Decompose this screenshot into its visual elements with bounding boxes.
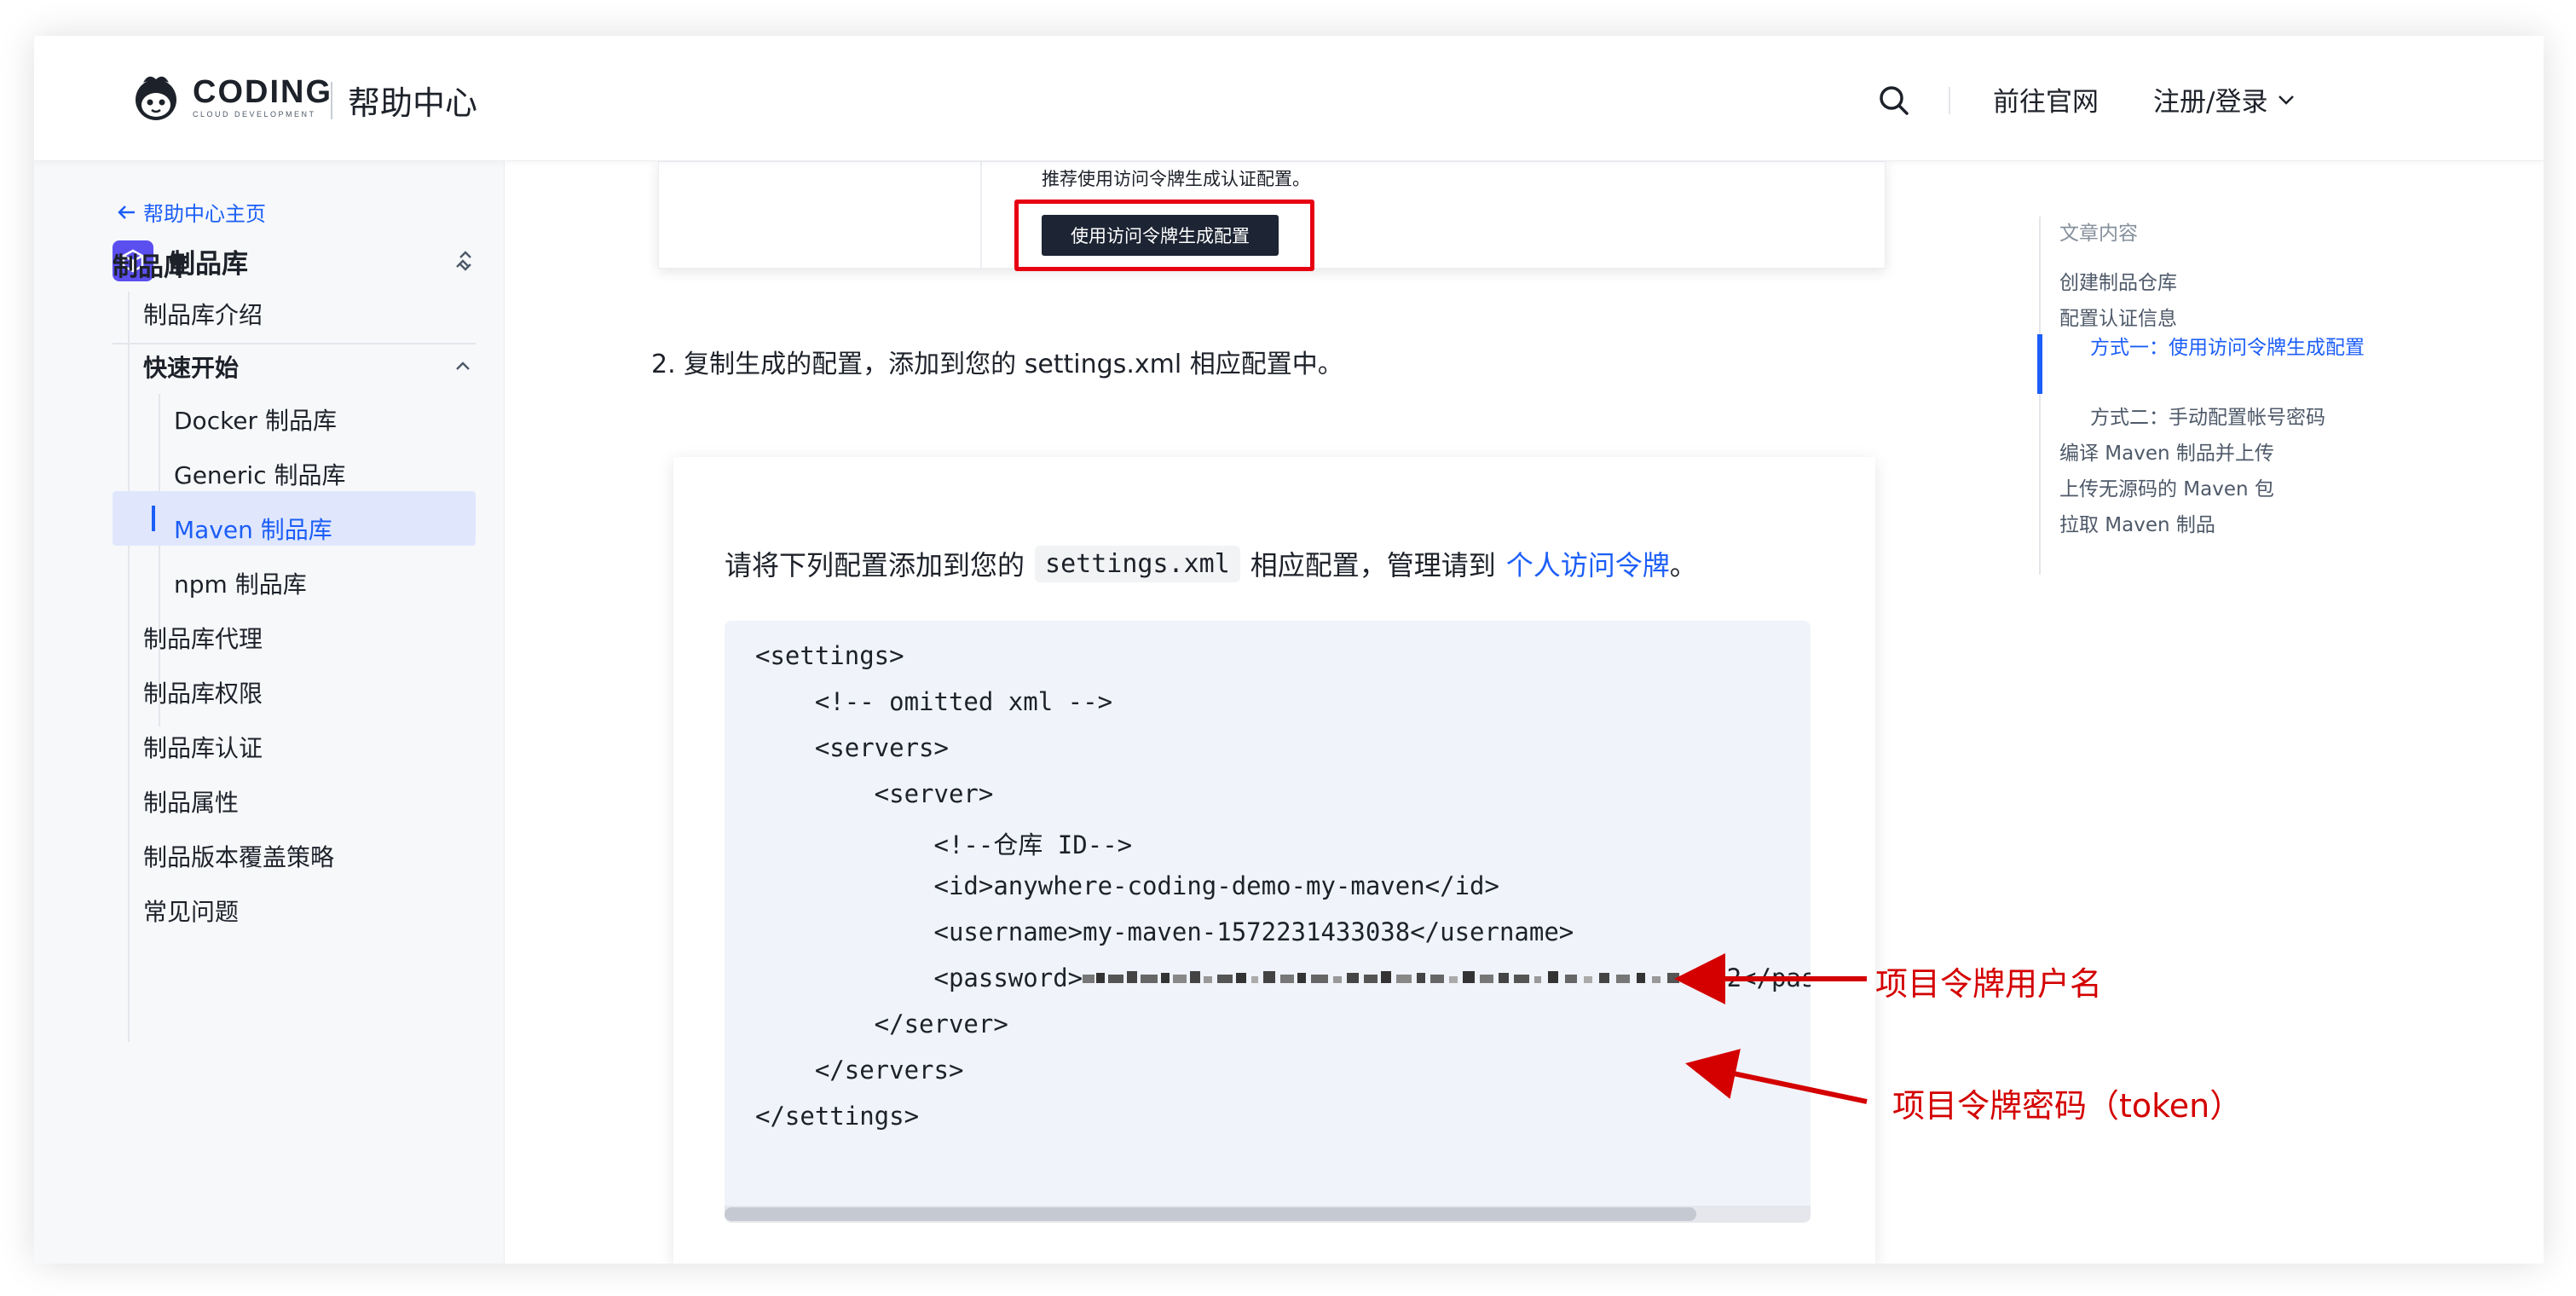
sidebar-item-faq[interactable]: 常见问题 (143, 894, 239, 928)
sidebar-item-intro[interactable]: 制品库介绍 (143, 297, 263, 331)
logo-wordmark: CODING (193, 74, 332, 110)
chevron-down-icon (2279, 95, 2295, 105)
toc-rail (2039, 217, 2041, 575)
code-line: <username>my-maven-1572231433038</userna… (755, 917, 1574, 946)
sidebar-item-permissions[interactable]: 制品库权限 (143, 675, 263, 709)
sidebar-item-quickstart[interactable]: 快速开始 (143, 350, 239, 384)
scrollbar-thumb[interactable] (725, 1207, 1696, 1221)
sidebar: 帮助中心主页 制品库 (34, 161, 505, 1264)
personal-access-token-link[interactable]: 个人访问令牌 (1506, 544, 1670, 583)
toc-item-upload-no-source[interactable]: 上传无源码的 Maven 包 (2059, 472, 2274, 501)
sidebar-item-maven[interactable]: Maven 制品库 (174, 512, 332, 546)
doc-image-divider (980, 161, 982, 269)
settings-instruction: 请将下列配置添加到您的 settings.xml 相应配置，管理请到 个人访问令… (725, 544, 1697, 583)
nav-login-dropdown[interactable]: 注册/登录 (2153, 80, 2296, 119)
nav-separator (1949, 87, 1950, 114)
instruction-prefix: 请将下列配置添加到您的 (725, 549, 1025, 581)
red-arrow-icon (1674, 953, 1868, 1104)
sidebar-tree-line (128, 292, 130, 1042)
toc-item-create-repo[interactable]: 创建制品仓库 (2059, 266, 2177, 295)
code-line: </settings> (755, 1102, 920, 1131)
toc-active-indicator (2037, 334, 2042, 394)
chevron-up-icon[interactable] (453, 254, 472, 273)
nav-login-label: 注册/登录 (2153, 87, 2268, 118)
back-link-label: 帮助中心主页 (143, 202, 266, 226)
sidebar-divider (113, 343, 476, 344)
back-to-help-home-link[interactable]: 帮助中心主页 (116, 197, 266, 227)
sidebar-item-properties[interactable]: 制品属性 (143, 784, 239, 819)
code-line: <servers> (755, 733, 949, 762)
toc-item-method-two[interactable]: 方式二：手动配置帐号密码 (2090, 401, 2325, 430)
code-line: <id>anywhere-coding-demo-my-maven</id> (755, 871, 1499, 900)
app-window: CODING CLOUD DEVELOPMENT 帮助中心 前往官网 注册/登录 (34, 36, 2544, 1264)
toc-item-compile-upload[interactable]: 编译 Maven 制品并上传 (2059, 437, 2274, 466)
sidebar-item-auth[interactable]: 制品库认证 (143, 730, 263, 764)
code-line: <settings> (755, 641, 904, 670)
inline-code-settings-xml: settings.xml (1035, 545, 1240, 582)
code-line: <!--仓库 ID--> (755, 830, 1133, 859)
doc-image-hint-text: 推荐使用访问令牌生成认证配置。 (1042, 169, 1310, 189)
sidebar-item-generic[interactable]: Generic 制品库 (174, 457, 345, 491)
toc-item-config-auth[interactable]: 配置认证信息 (2059, 302, 2177, 331)
step-2-text: 2. 复制生成的配置，添加到您的 settings.xml 相应配置中。 (651, 350, 1343, 379)
code-block-settings[interactable]: <settings> <!-- omitted xml --> <servers… (725, 621, 1811, 1223)
pixelated-password (1083, 965, 1712, 987)
code-line: <!-- omitted xml --> (755, 687, 1113, 716)
annotation-password: 项目令牌密码（token） (1892, 1087, 2243, 1125)
coding-logo[interactable]: CODING CLOUD DEVELOPMENT (130, 70, 334, 124)
code-line: <server> (755, 779, 994, 808)
logo-divider (331, 82, 332, 119)
arrow-left-icon (118, 205, 135, 219)
code-horizontal-scrollbar[interactable] (725, 1206, 1811, 1223)
instruction-middle: 相应配置，管理请到 (1250, 549, 1496, 581)
nav-official-site-link[interactable]: 前往官网 (1993, 80, 2099, 119)
toc-item-pull-maven[interactable]: 拉取 Maven 制品 (2059, 508, 2215, 537)
coding-logo-icon (130, 71, 182, 124)
sidebar-item-proxy[interactable]: 制品库代理 (143, 621, 263, 655)
code-line: </server> (755, 1010, 1008, 1039)
help-center-title[interactable]: 帮助中心 (348, 77, 477, 124)
annotation-username: 项目令牌用户名 (1875, 965, 2103, 1003)
password-open-tag: <password> (755, 963, 1083, 992)
code-line: </servers> (755, 1056, 964, 1085)
instruction-suffix: 。 (1669, 549, 1697, 581)
chevron-up-icon[interactable] (453, 356, 472, 375)
sidebar-section-artifacts[interactable]: 制品库 (113, 246, 189, 283)
sidebar-item-overwrite-policy[interactable]: 制品版本覆盖策略 (143, 839, 334, 873)
logo-subtitle: CLOUD DEVELOPMENT (193, 110, 316, 119)
toc-item-method-one[interactable]: 方式一：使用访问令牌生成配置 (2090, 333, 2380, 363)
toc-title: 文章内容 (2059, 223, 2138, 245)
sidebar-active-indicator (152, 506, 155, 531)
search-icon[interactable] (1877, 84, 1911, 118)
top-header: CODING CLOUD DEVELOPMENT 帮助中心 前往官网 注册/登录 (34, 36, 2544, 161)
code-line-password: <password> .2</pas (755, 963, 1811, 992)
sidebar-item-docker[interactable]: Docker 制品库 (174, 402, 337, 437)
generate-config-button: 使用访问令牌生成配置 (1042, 215, 1279, 256)
sidebar-item-npm[interactable]: npm 制品库 (174, 566, 307, 600)
